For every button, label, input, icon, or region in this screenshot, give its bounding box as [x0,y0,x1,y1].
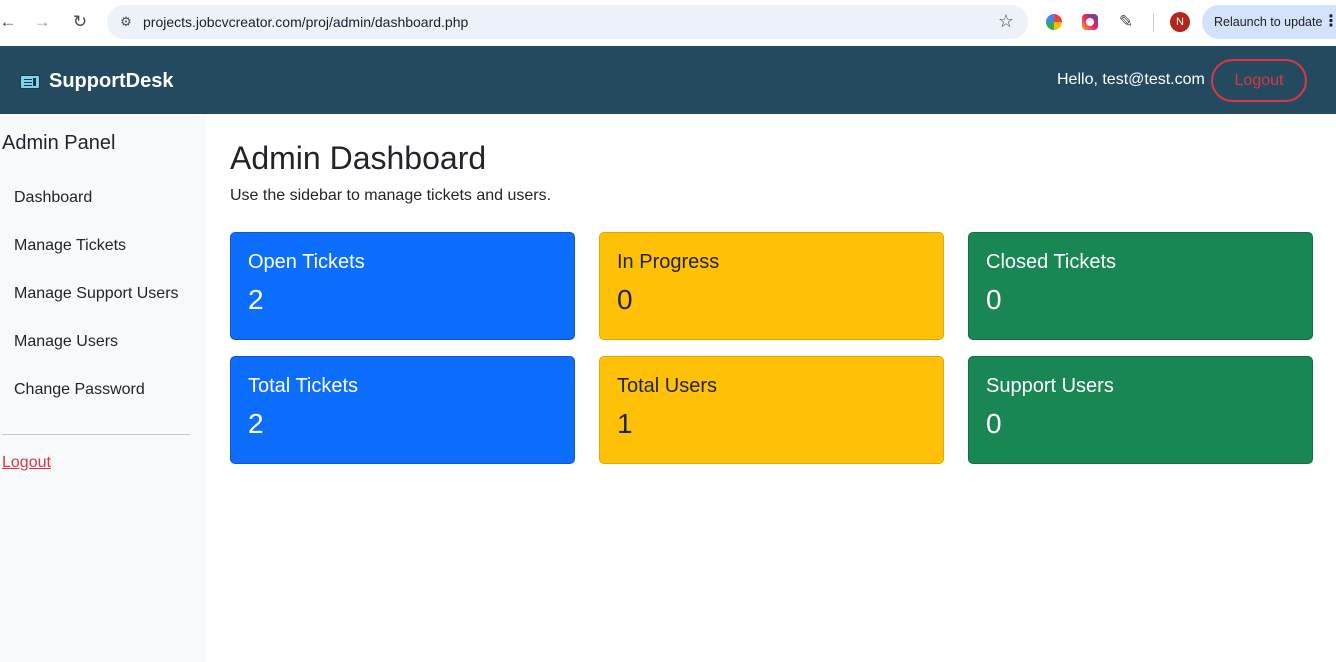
navbar-logout-button[interactable]: Logout [1211,59,1307,102]
relaunch-button[interactable]: Relaunch to update [1202,5,1336,39]
profile-avatar[interactable]: N [1170,12,1190,32]
url-text[interactable]: projects.jobcvcreator.com/proj/admin/das… [143,14,468,30]
sidebar-divider [2,434,190,435]
page-subtitle: Use the sidebar to manage tickets and us… [230,187,552,204]
stat-card-label: In Progress [617,251,720,273]
sidebar: Admin Panel Dashboard Manage Tickets Man… [0,114,206,662]
sidebar-title: Admin Panel [2,132,116,154]
sidebar-item-dashboard[interactable]: Dashboard [14,189,92,207]
site-settings-icon[interactable]: ⚙ [117,13,135,31]
stat-card-total-tickets: Total Tickets 2 [230,356,575,464]
stat-card-value: 2 [248,284,264,315]
brand-link[interactable]: SupportDesk [20,70,173,93]
color-extension-icon[interactable] [1044,12,1064,32]
stat-card-value: 0 [617,284,633,315]
back-arrow-icon[interactable]: ← [0,10,20,34]
app-navbar: SupportDesk Hello, test@test.com Logout [0,46,1336,114]
sidebar-item-change-password[interactable]: Change Password [14,381,145,399]
stat-card-label: Support Users [986,375,1114,397]
stat-card-label: Total Users [617,375,718,397]
sidebar-item-manage-support-users[interactable]: Manage Support Users [14,285,179,303]
stat-card-value: 0 [986,284,1002,315]
page-title: Admin Dashboard [230,140,487,176]
toolbar-divider [1153,13,1154,31]
stat-card-support-users: Support Users 0 [968,356,1313,464]
ticket-icon [20,74,40,89]
forward-arrow-icon[interactable]: → [30,10,54,34]
stat-card-value: 0 [986,408,1002,439]
stat-card-total-users: Total Users 1 [599,356,944,464]
address-bar[interactable]: ⚙ projects.jobcvcreator.com/proj/admin/d… [107,5,1028,39]
sidebar-logout-link[interactable]: Logout [2,454,51,472]
reload-icon[interactable]: ↻ [68,10,92,34]
stat-card-value: 2 [248,408,264,439]
stat-card-closed-tickets: Closed Tickets 0 [968,232,1313,340]
stat-card-open-tickets: Open Tickets 2 [230,232,575,340]
browser-menu-icon[interactable]: ⋮ [1323,11,1336,31]
user-greeting: Hello, test@test.com [1057,71,1205,88]
extension-icon[interactable] [1080,12,1100,32]
bookmark-star-icon[interactable]: ☆ [998,11,1014,32]
browser-chrome: ← → ↻ ⚙ projects.jobcvcreator.com/proj/a… [0,0,1336,46]
extensions-puzzle-icon[interactable]: ✎ [1116,12,1136,32]
stat-card-label: Total Tickets [248,375,359,397]
stat-card-in-progress: In Progress 0 [599,232,944,340]
stat-card-label: Closed Tickets [986,251,1117,273]
sidebar-item-manage-users[interactable]: Manage Users [14,333,118,351]
stat-card-label: Open Tickets [248,251,365,273]
stat-card-value: 1 [617,408,633,439]
sidebar-item-manage-tickets[interactable]: Manage Tickets [14,237,126,255]
brand-name: SupportDesk [49,70,174,92]
